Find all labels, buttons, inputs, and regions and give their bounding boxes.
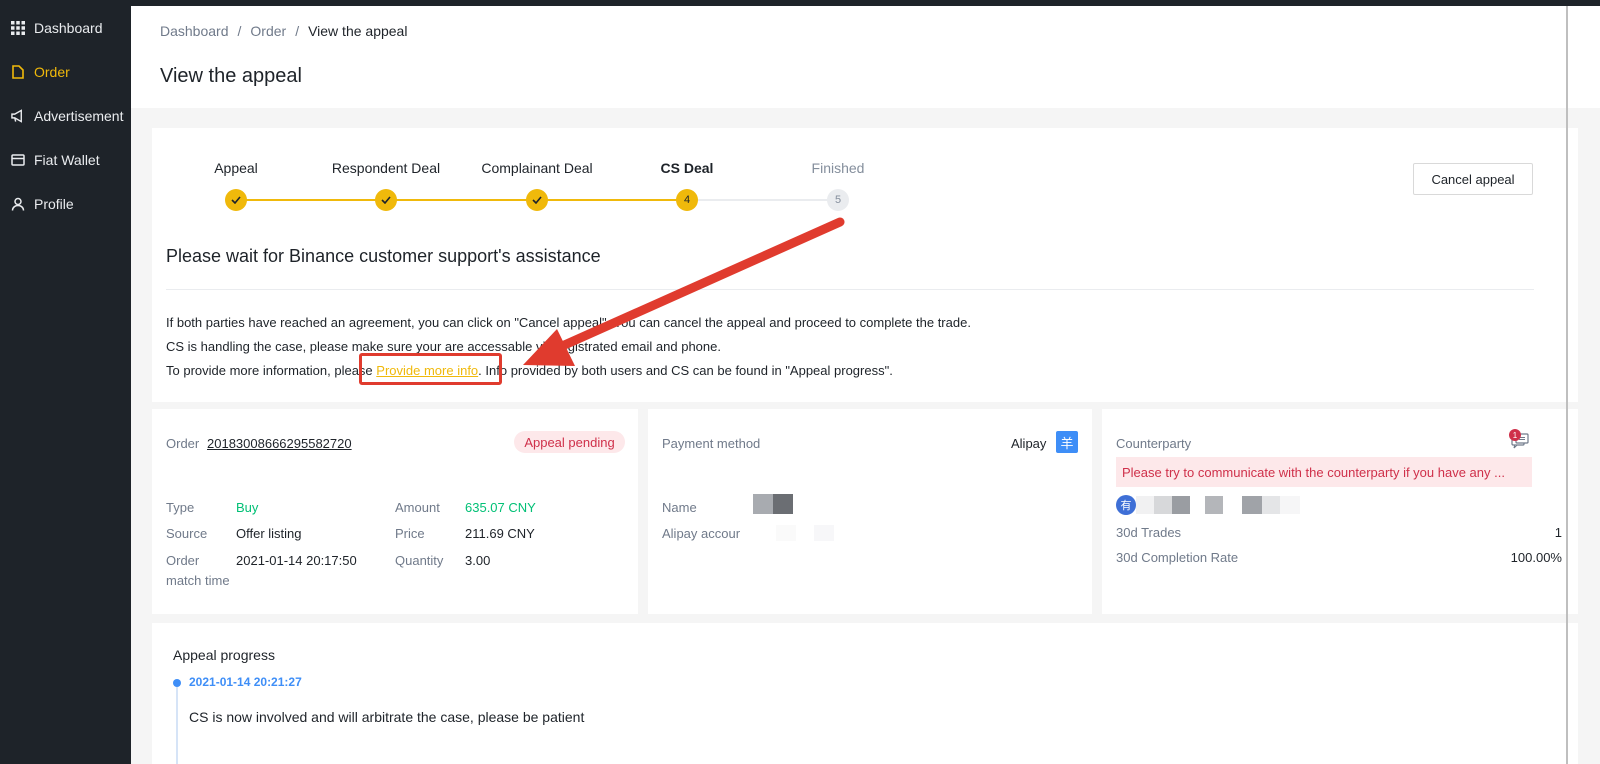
amount-label: Amount: [395, 500, 440, 515]
step-label-appeal: Appeal: [214, 160, 258, 176]
sidebar-item-label: Profile: [34, 196, 74, 212]
breadcrumb-separator: /: [295, 23, 300, 39]
match-time-label: match time: [166, 573, 230, 588]
redacted-nickname: [1136, 496, 1154, 514]
page-header: Dashboard / Order / View the appeal View…: [131, 6, 1600, 108]
trades-30d-value: 1: [1554, 525, 1562, 540]
timeline-dot: [173, 679, 181, 687]
sidebar-item-label: Advertisement: [34, 108, 124, 124]
step-number-current: 4: [676, 189, 698, 211]
source-value: Offer listing: [236, 526, 302, 541]
redacted-account: [814, 525, 834, 541]
step-label-finished: Finished: [811, 160, 865, 176]
notice-line: To provide more information, please Prov…: [166, 363, 893, 378]
step-label-complainant-deal: Complainant Deal: [481, 160, 593, 176]
step-label-respondent-deal: Respondent Deal: [331, 160, 441, 176]
alipay-account-label: Alipay accour: [662, 526, 741, 541]
redacted-nickname: [1262, 496, 1280, 514]
order-label: Order: [166, 436, 200, 451]
payment-method-label: Payment method: [662, 436, 761, 451]
grid-icon: [11, 21, 25, 35]
check-icon: [375, 189, 397, 211]
match-time-value: 2021-01-14 20:17:50: [236, 553, 357, 568]
notice-title: Please wait for Binance customer support…: [166, 246, 601, 266]
timeline-line: [176, 687, 178, 764]
redacted-nickname: [1172, 496, 1190, 514]
redacted-name: [773, 494, 793, 514]
redacted-nickname: [1205, 496, 1223, 514]
page-title: View the appeal: [160, 65, 302, 87]
redacted-nickname: [1154, 496, 1172, 514]
cancel-appeal-button[interactable]: Cancel appeal: [1413, 163, 1533, 195]
payee-name-label: Name: [662, 500, 697, 515]
status-badge: Appeal pending: [514, 431, 625, 453]
sidebar-item-advertisement[interactable]: Advertisement: [0, 94, 131, 138]
quantity-label: Quantity: [395, 553, 444, 568]
scrollbar[interactable]: [1566, 6, 1568, 764]
counterparty-label: Counterparty: [1116, 436, 1192, 451]
wallet-icon: [11, 153, 25, 167]
appeal-progress-title: Appeal progress: [173, 647, 275, 663]
check-icon: [225, 189, 247, 211]
sidebar: Dashboard Order Advertisement Fiat Walle…: [0, 0, 131, 764]
amount-value: 635.07 CNY: [465, 500, 536, 515]
counterparty-card: Counterparty 1 Please try to communicate…: [1102, 409, 1578, 614]
breadcrumb-separator: /: [237, 23, 242, 39]
redacted-nickname: [1242, 496, 1262, 514]
megaphone-icon: [11, 109, 25, 123]
breadcrumb: Dashboard / Order / View the appeal: [160, 23, 407, 39]
breadcrumb-order[interactable]: Order: [250, 23, 286, 39]
step-connector: [687, 199, 838, 201]
payment-method-value: Alipay: [1011, 436, 1047, 451]
source-label: Source: [166, 526, 208, 541]
completion-rate-value: 100.00%: [1510, 550, 1562, 565]
redacted-name: [753, 494, 773, 514]
notice-text: To provide more information, please: [166, 363, 377, 378]
sidebar-item-label: Fiat Wallet: [34, 152, 100, 168]
sidebar-item-dashboard[interactable]: Dashboard: [0, 6, 131, 50]
alipay-icon: 羊: [1056, 431, 1078, 453]
sidebar-item-label: Dashboard: [34, 20, 103, 36]
unread-count-badge: 1: [1509, 429, 1521, 441]
completion-rate-label: 30d Completion Rate: [1116, 550, 1239, 565]
trades-30d-label: 30d Trades: [1116, 525, 1182, 540]
annotation-highlight-box: [359, 353, 502, 385]
price-label: Price: [395, 526, 425, 541]
sidebar-item-profile[interactable]: Profile: [0, 182, 131, 226]
order-details-card: Order 20183008666295582720 Appeal pendin…: [152, 409, 638, 614]
step-connector: [236, 199, 386, 201]
match-time-label: Order: [166, 553, 200, 568]
communication-warning: Please try to communicate with the count…: [1116, 457, 1532, 487]
sidebar-item-order[interactable]: Order: [0, 50, 131, 94]
type-label: Type: [166, 500, 195, 515]
step-connector: [386, 199, 536, 201]
check-icon: [526, 189, 548, 211]
divider: [166, 289, 1534, 290]
notice-text: . Info provided by both users and CS can…: [478, 363, 893, 378]
step-label-cs-deal: CS Deal: [660, 160, 714, 176]
sidebar-item-fiat-wallet[interactable]: Fiat Wallet: [0, 138, 131, 182]
step-number-pending: 5: [827, 189, 849, 211]
avatar: 有: [1116, 495, 1136, 515]
price-value: 211.69 CNY: [465, 526, 535, 541]
main-content: Dashboard / Order / View the appeal View…: [131, 6, 1600, 764]
step-connector: [536, 199, 687, 201]
redacted-account: [776, 525, 796, 541]
appeal-progress-card: Appeal progress 2021-01-14 20:21:27 CS i…: [152, 623, 1578, 764]
timeline-text: CS is now involved and will arbitrate th…: [189, 709, 585, 725]
type-value: Buy: [236, 500, 259, 515]
redacted-nickname: [1280, 496, 1300, 514]
notice-line: If both parties have reached an agreemen…: [166, 315, 971, 330]
timeline-time: 2021-01-14 20:21:27: [189, 675, 302, 689]
breadcrumb-dashboard[interactable]: Dashboard: [160, 23, 229, 39]
notice-line: CS is handling the case, please make sur…: [166, 339, 721, 354]
quantity-value: 3.00: [465, 553, 491, 568]
user-icon: [11, 197, 25, 211]
document-icon: [11, 65, 25, 79]
sidebar-item-label: Order: [34, 64, 70, 80]
breadcrumb-current: View the appeal: [308, 23, 408, 39]
order-number-link[interactable]: 20183008666295582720: [207, 436, 352, 451]
payment-method-card: Payment method Alipay 羊 Name Alipay acco…: [648, 409, 1092, 614]
